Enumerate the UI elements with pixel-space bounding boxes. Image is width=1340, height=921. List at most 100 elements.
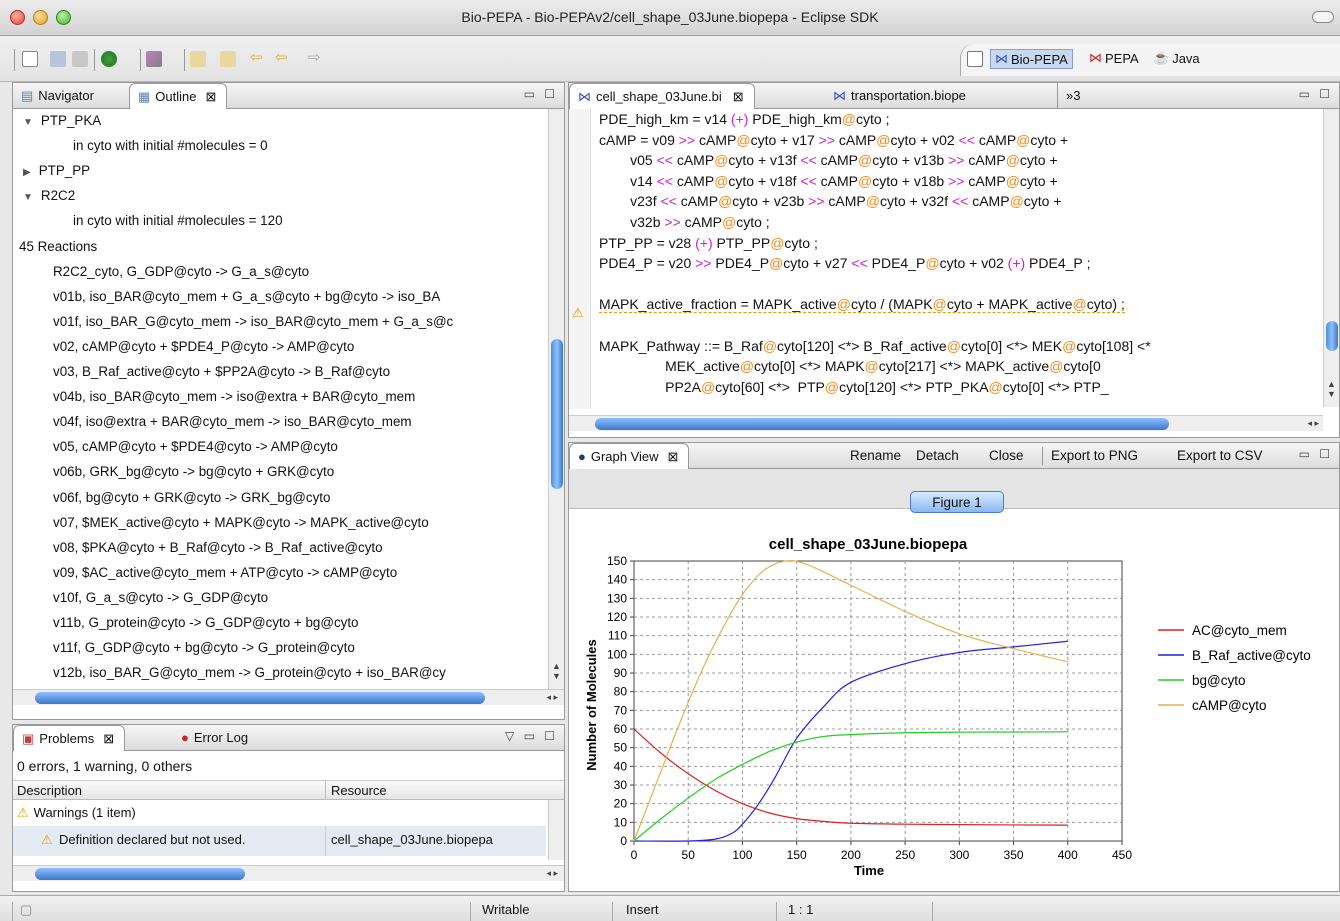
outline-item[interactable]: v02, cAMP@cyto + $PDE4_P@cyto -> AMP@cyt… xyxy=(53,339,354,354)
perspective-pepa[interactable]: ⋈ PEPA xyxy=(1089,50,1139,66)
view-minmax-icons[interactable]: ▭ ☐ xyxy=(1299,447,1333,461)
last-edit-icon[interactable]: ⇦ xyxy=(250,48,263,66)
rename-button[interactable]: Rename xyxy=(850,448,901,463)
column-description[interactable]: Description xyxy=(17,783,82,798)
tab-graph-view[interactable]: ● Graph View ⊠ xyxy=(569,443,690,469)
outline-item[interactable]: v07, $MEK_active@cyto + MAPK@cyto -> MAP… xyxy=(53,515,429,530)
outline-item[interactable]: v11f, G_GDP@cyto + bg@cyto -> G_protein@… xyxy=(53,640,355,655)
warning-row[interactable]: ⚠ Definition declared but not used. cell… xyxy=(13,826,546,856)
code-line[interactable]: cAMP = v09 >> cAMP@cyto + v17 >> cAMP@cy… xyxy=(599,132,1068,148)
x-axis-label: Time xyxy=(854,863,884,878)
status-insert: Insert xyxy=(626,902,659,917)
outline-item[interactable]: v10f, G_a_s@cyto -> G_GDP@cyto xyxy=(53,590,268,605)
tab-figure-1[interactable]: Figure 1 xyxy=(910,491,1004,513)
back-icon[interactable]: ⇦ xyxy=(275,48,288,66)
code-line[interactable]: MEK_active@cyto[0] <*> MAPK@cyto[217] <*… xyxy=(599,358,1101,374)
outline-item[interactable]: v03, B_Raf_active@cyto + $PP2A@cyto -> B… xyxy=(53,364,390,379)
status-writable: Writable xyxy=(482,902,530,917)
code-line[interactable]: v05 << cAMP@cyto + v13f << cAMP@cyto + v… xyxy=(599,152,1058,168)
problems-vscroll[interactable] xyxy=(548,800,564,860)
outline-item[interactable]: ▼ PTP_PKA xyxy=(23,113,101,128)
export-png-button[interactable]: Export to PNG xyxy=(1051,448,1138,463)
problems-panel: ▣ Problems ⊠ ● Error Log ▽ ▭ ☐ 0 errors, 1 … xyxy=(12,724,565,892)
outline-item[interactable]: R2C2_cyto, G_GDP@cyto -> G_a_s@cyto xyxy=(53,264,309,279)
outline-item[interactable]: v11b, G_protein@cyto -> G_GDP@cyto + bg@… xyxy=(53,615,359,630)
outline-item[interactable]: v05, cAMP@cyto + $PDE4@cyto -> AMP@cyto xyxy=(53,439,338,454)
close-icon[interactable]: ⊠ xyxy=(206,89,217,109)
editor-hscroll[interactable]: ◂ ▸ xyxy=(569,415,1323,431)
code-line[interactable]: v14 << cAMP@cyto + v18f << cAMP@cyto + v… xyxy=(599,173,1058,189)
new-file-icon[interactable] xyxy=(22,51,38,67)
run-icon[interactable] xyxy=(101,51,117,67)
outline-vscroll[interactable]: ▲ ▼ xyxy=(548,109,564,689)
view-minmax-icons[interactable]: ▭ ☐ xyxy=(524,87,558,101)
problems-hscroll[interactable]: ◂ ▸ xyxy=(13,865,564,881)
tab-problems[interactable]: ▣ Problems ⊠ xyxy=(13,725,126,751)
warnings-group[interactable]: ⚠ Warnings (1 item) xyxy=(17,805,136,821)
outline-item[interactable]: v12b, iso_BAR_G@cyto_mem -> G_protein@cy… xyxy=(53,665,446,680)
code-line[interactable]: MAPK_active_fraction = MAPK_active@cyto … xyxy=(599,296,1125,314)
code-editor[interactable]: PDE_high_km = v14 (+) PDE_high_km@cyto ;… xyxy=(569,109,1321,407)
tab-outline[interactable]: ▦ Outline ⊠ xyxy=(129,83,228,109)
outline-item[interactable]: v04f, iso@extra + BAR@cyto_mem -> iso_BA… xyxy=(53,414,412,429)
main-toolbar: ⇦ ⇦ ⇨ ⋈ Bio-PEPA ⋈ PEPA ☕ Java xyxy=(0,36,1340,82)
code-line[interactable]: PDE_high_km = v14 (+) PDE_high_km@cyto ; xyxy=(599,111,889,127)
prev-annotation-icon[interactable] xyxy=(220,51,236,67)
outline-item[interactable]: ▶ PTP_PP xyxy=(23,163,90,178)
outline-item[interactable]: v06f, bg@cyto + GRK@cyto -> GRK_bg@cyto xyxy=(53,490,330,505)
y-tick-label: 130 xyxy=(607,591,627,605)
y-tick-label: 20 xyxy=(614,797,628,811)
code-line[interactable]: v23f << cAMP@cyto + v23b >> cAMP@cyto + … xyxy=(599,193,1061,209)
code-line[interactable]: PTP_PP = v28 (+) PTP_PP@cyto ; xyxy=(599,235,818,251)
view-menu-icons[interactable]: ▽ ▭ ☐ xyxy=(505,729,558,743)
code-line[interactable]: PDE4_P = v20 >> PDE4_P@cyto + v27 << PDE… xyxy=(599,255,1091,271)
save-icon[interactable] xyxy=(50,51,66,67)
perspective-bio-pepa[interactable]: ⋈ Bio-PEPA xyxy=(990,49,1073,69)
outline-item[interactable]: v01b, iso_BAR@cyto_mem + G_a_s@cyto + bg… xyxy=(53,289,440,304)
export-csv-button[interactable]: Export to CSV xyxy=(1177,448,1263,463)
expanded-arrow-icon[interactable]: ▼ xyxy=(23,117,33,128)
tab-overflow[interactable]: »3 xyxy=(1057,83,1090,109)
open-perspective-icon[interactable] xyxy=(967,51,983,67)
editor-vscroll[interactable]: ▲ ▼ xyxy=(1323,109,1339,407)
code-line[interactable]: PP2A@cyto[60] <*> PTP@cyto[120] <*> PTP_… xyxy=(599,379,1108,395)
view-minmax-icons[interactable]: ▭ ☐ xyxy=(1299,87,1333,101)
close-button[interactable]: Close xyxy=(989,448,1024,463)
y-tick-label: 40 xyxy=(614,759,628,773)
fast-view-icon[interactable]: ▢ xyxy=(20,902,32,918)
tab-cell-shape[interactable]: ⋈ cell_shape_03June.bi ⊠ xyxy=(569,83,755,109)
print-icon[interactable] xyxy=(72,51,88,67)
perspective-java[interactable]: ☕ Java xyxy=(1153,50,1200,66)
detach-button[interactable]: Detach xyxy=(916,448,959,463)
forward-icon[interactable]: ⇨ xyxy=(308,48,321,66)
expanded-arrow-icon[interactable]: ▼ xyxy=(23,192,33,203)
outline-item[interactable]: v08, $PKA@cyto + B_Raf@cyto -> B_Raf_act… xyxy=(53,540,383,555)
column-resource[interactable]: Resource xyxy=(331,783,387,798)
outline-hscroll[interactable]: ◂ ▸ xyxy=(13,689,564,705)
outline-item[interactable]: ▼ R2C2 xyxy=(23,188,75,203)
outline-item[interactable]: v09, $AC_active@cyto_mem + ATP@cyto -> c… xyxy=(53,565,397,580)
close-icon[interactable]: ⊠ xyxy=(103,731,114,751)
outline-item[interactable]: v04b, iso_BAR@cyto_mem -> iso@extra + BA… xyxy=(53,389,415,404)
outline-item[interactable]: v01f, iso_BAR_G@cyto_mem -> iso_BAR@cyto… xyxy=(53,314,453,329)
y-tick-label: 80 xyxy=(614,685,628,699)
outline-item[interactable]: in cyto with initial #molecules = 120 xyxy=(73,213,283,228)
toolbar-toggle-button[interactable] xyxy=(1312,11,1334,23)
java-icon: ☕ xyxy=(1153,50,1170,65)
collapsed-arrow-icon[interactable]: ▶ xyxy=(23,167,31,178)
next-annotation-icon[interactable] xyxy=(190,51,206,67)
close-icon[interactable]: ⊠ xyxy=(668,449,679,469)
outline-item[interactable]: in cyto with initial #molecules = 0 xyxy=(73,138,268,153)
code-line[interactable]: v32b >> cAMP@cyto ; xyxy=(599,214,770,230)
close-icon[interactable]: ⊠ xyxy=(733,89,744,109)
window-title: Bio-PEPA - Bio-PEPAv2/cell_shape_03June.… xyxy=(461,9,879,25)
outline-item[interactable]: v06b, GRK_bg@cyto -> bg@cyto + GRK@cyto xyxy=(53,464,334,479)
tool-icon[interactable] xyxy=(146,51,162,67)
tab-error-log[interactable]: ● Error Log xyxy=(173,725,258,751)
tab-navigator[interactable]: ▤ Navigator xyxy=(13,83,104,109)
code-line[interactable]: MAPK_Pathway ::= B_Raf@cyto[120] <*> B_R… xyxy=(599,338,1151,354)
tab-transportation[interactable]: ⋈ transportation.biope xyxy=(825,83,976,109)
outline-item[interactable]: 45 Reactions xyxy=(19,239,97,254)
legend-label: cAMP@cyto xyxy=(1192,698,1266,713)
editor-panel: ⋈ cell_shape_03June.bi ⊠ ⋈ transportation.b… xyxy=(568,82,1340,438)
